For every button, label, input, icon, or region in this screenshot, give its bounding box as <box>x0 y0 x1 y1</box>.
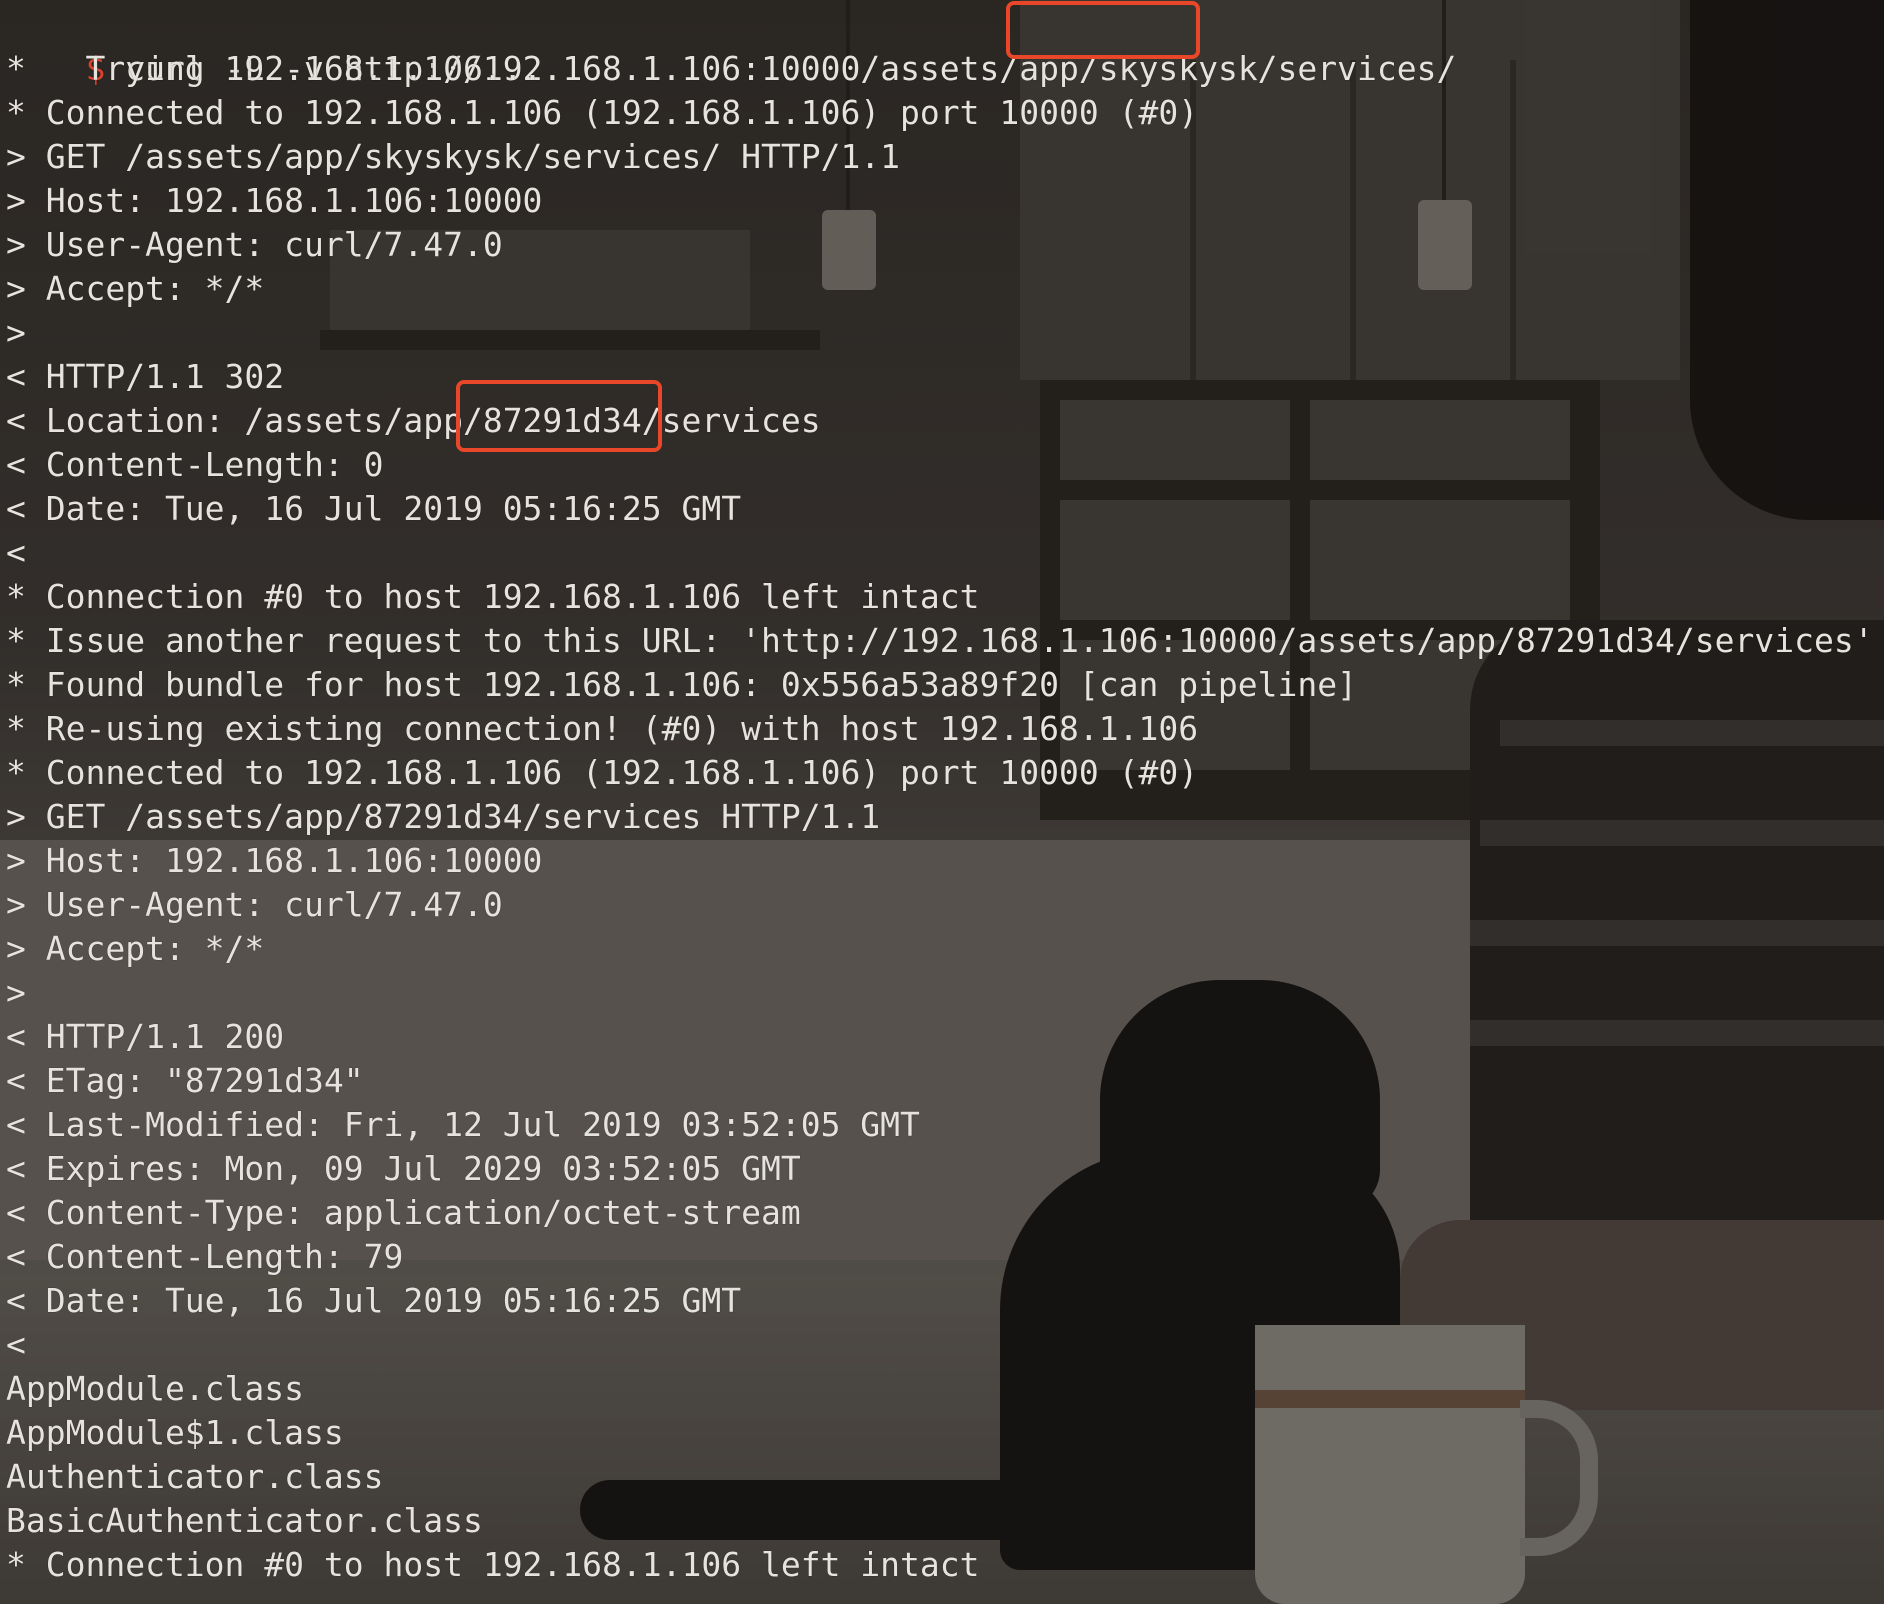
command-line: $ curl -L -v http://192.168.1.106:10000/… <box>6 3 1456 88</box>
output-line: > User-Agent: curl/7.47.0 <box>6 225 503 264</box>
output-line: BasicAuthenticator.class <box>6 1501 483 1540</box>
output-line: * Found bundle for host 192.168.1.106: 0… <box>6 665 1358 704</box>
output-line: * Connected to 192.168.1.106 (192.168.1.… <box>6 93 1199 132</box>
output-line: > Accept: */* <box>6 269 265 308</box>
output-line: > Accept: */* <box>6 929 265 968</box>
output-line: < Location: /assets/app/87291d34/service… <box>6 401 821 440</box>
output-line: < Content-Length: 0 <box>6 445 384 484</box>
output-line: < ETag: "87291d34" <box>6 1061 364 1100</box>
highlight-box-87291d34 <box>456 380 662 452</box>
output-line: < Date: Tue, 16 Jul 2019 05:16:25 GMT <box>6 1281 742 1320</box>
output-line: * Trying 192.168.1.106... <box>6 49 543 88</box>
output-line: > <box>6 973 26 1012</box>
output-line: > GET /assets/app/87291d34/services HTTP… <box>6 797 881 836</box>
output-line: > Host: 192.168.1.106:10000 <box>6 841 543 880</box>
output-line: > User-Agent: curl/7.47.0 <box>6 885 503 924</box>
output-line: * Connection #0 to host 192.168.1.106 le… <box>6 577 980 616</box>
output-line: * Connection #0 to host 192.168.1.106 le… <box>6 1545 980 1584</box>
output-line: > <box>6 313 26 352</box>
output-line: < <box>6 1325 26 1364</box>
output-line: AppModule$1.class <box>6 1413 344 1452</box>
output-line: > Host: 192.168.1.106:10000 <box>6 181 543 220</box>
output-line: < Expires: Mon, 09 Jul 2029 03:52:05 GMT <box>6 1149 801 1188</box>
output-line: < Last-Modified: Fri, 12 Jul 2019 03:52:… <box>6 1105 920 1144</box>
output-line: AppModule.class <box>6 1369 305 1408</box>
output-line: < Content-Length: 79 <box>6 1237 404 1276</box>
output-line: < Content-Type: application/octet-stream <box>6 1193 801 1232</box>
output-line: > GET /assets/app/skyskysk/services/ HTT… <box>6 137 901 176</box>
output-line: Authenticator.class <box>6 1457 384 1496</box>
output-line: * Issue another request to this URL: 'ht… <box>6 621 1874 660</box>
output-line: * Connected to 192.168.1.106 (192.168.1.… <box>6 753 1199 792</box>
terminal-window[interactable]: $ curl -L -v http://192.168.1.106:10000/… <box>0 0 1884 1604</box>
output-line: < HTTP/1.1 200 <box>6 1017 285 1056</box>
output-line: < HTTP/1.1 302 <box>6 357 285 396</box>
output-line: * Re-using existing connection! (#0) wit… <box>6 709 1199 748</box>
output-line: < Date: Tue, 16 Jul 2019 05:16:25 GMT <box>6 489 742 528</box>
highlight-box-skyskysk <box>1006 1 1200 59</box>
output-line: < <box>6 533 26 572</box>
